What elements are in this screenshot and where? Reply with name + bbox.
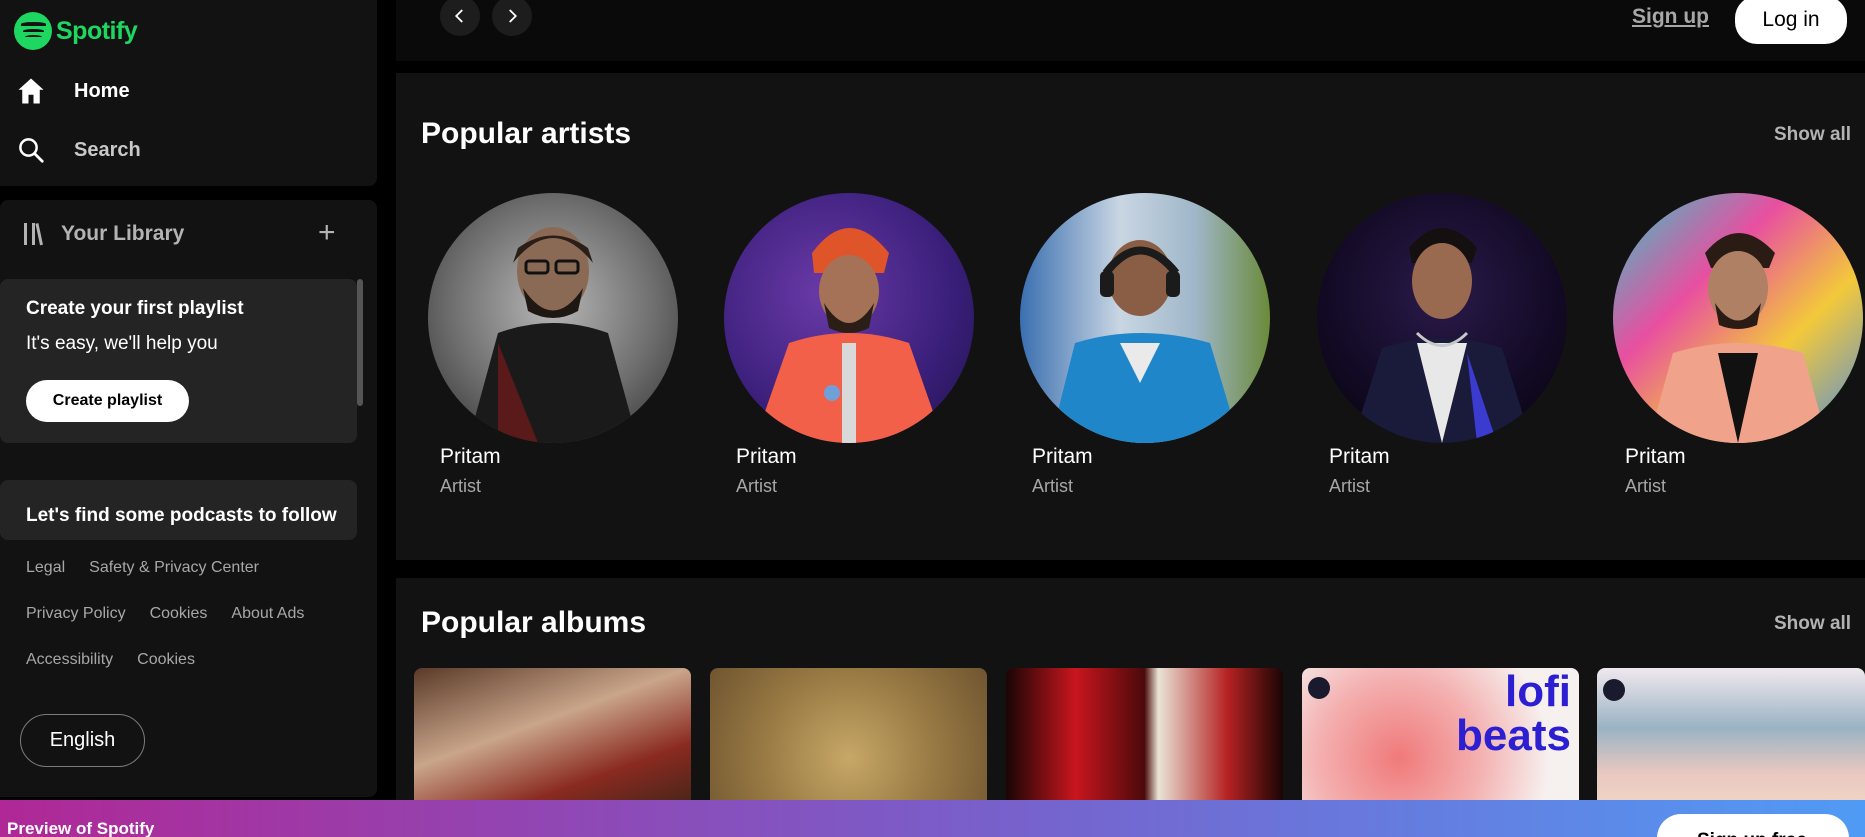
library-header[interactable]: Your Library bbox=[24, 222, 184, 246]
artist-photo bbox=[754, 228, 944, 443]
spotify-logo-icon bbox=[14, 12, 52, 50]
artist-card[interactable]: Pritam Artist bbox=[428, 193, 688, 496]
top-divider bbox=[396, 61, 1865, 73]
language-button[interactable]: English bbox=[20, 714, 145, 767]
album-text-line: lofi bbox=[1505, 668, 1571, 716]
promo-subtitle: It's easy, we'll help you bbox=[26, 333, 218, 354]
nav-search-label: Search bbox=[74, 138, 141, 161]
section-title-albums[interactable]: Popular albums bbox=[421, 606, 646, 640]
artist-name: Pritam bbox=[1329, 445, 1390, 468]
login-button[interactable]: Log in bbox=[1735, 0, 1847, 44]
search-icon bbox=[19, 138, 44, 163]
preview-banner bbox=[0, 800, 1865, 837]
nav-search[interactable]: Search bbox=[16, 135, 141, 165]
promo-title: Create your first playlist bbox=[26, 298, 244, 319]
section-divider bbox=[396, 560, 1865, 578]
album-lofi-text: lofi beats bbox=[1456, 670, 1571, 758]
back-button[interactable] bbox=[440, 0, 480, 36]
artist-name: Pritam bbox=[440, 445, 501, 468]
artist-role: Artist bbox=[1329, 476, 1371, 496]
promo2-title: Let's find some podcasts to follow bbox=[26, 505, 337, 526]
library-panel: Your Library + Create your first playlis… bbox=[0, 200, 377, 797]
artist-card[interactable]: Pritam Artist bbox=[1613, 193, 1865, 496]
album-cover[interactable] bbox=[1006, 668, 1283, 818]
sidebar-nav: Spotify Home Search bbox=[0, 0, 377, 186]
artist-image bbox=[1317, 193, 1567, 443]
artist-role: Artist bbox=[440, 476, 482, 496]
artist-card[interactable]: Pritam Artist bbox=[1317, 193, 1577, 496]
artist-image bbox=[1613, 193, 1863, 443]
artist-role: Artist bbox=[736, 476, 778, 496]
footer-link[interactable]: Privacy Policy bbox=[26, 605, 126, 651]
create-playlist-button[interactable]: Create playlist bbox=[26, 380, 189, 422]
signup-free-button[interactable]: Sign up free bbox=[1657, 814, 1849, 837]
footer-link[interactable]: Accessibility bbox=[26, 651, 113, 697]
podcasts-card: Let's find some podcasts to follow bbox=[0, 480, 357, 540]
artist-photo bbox=[468, 227, 638, 443]
library-icon bbox=[24, 223, 43, 246]
preview-banner-text: Preview of Spotify bbox=[7, 819, 155, 837]
album-cover-lofi[interactable]: lofi beats bbox=[1302, 668, 1579, 818]
footer-link[interactable]: Cookies bbox=[150, 605, 208, 651]
footer-link[interactable]: About Ads bbox=[231, 605, 304, 651]
library-scrollbar[interactable] bbox=[357, 279, 363, 406]
add-icon[interactable]: + bbox=[318, 218, 336, 248]
footer-link[interactable]: Cookies bbox=[137, 651, 195, 697]
section-title-artists[interactable]: Popular artists bbox=[421, 117, 631, 151]
artist-card[interactable]: Pritam Artist bbox=[724, 193, 984, 496]
chevron-right-icon bbox=[509, 9, 518, 23]
create-playlist-card: Create your first playlist It's easy, we… bbox=[0, 279, 357, 443]
nav-home[interactable]: Home bbox=[16, 76, 130, 106]
spotify-app: Spotify Home Search Your Library + Creat… bbox=[0, 0, 1865, 837]
artist-image bbox=[428, 193, 678, 443]
album-text-line: beats bbox=[1456, 711, 1571, 760]
home-icon bbox=[18, 78, 44, 104]
show-all-artists[interactable]: Show all bbox=[1774, 124, 1851, 146]
artist-name: Pritam bbox=[1032, 445, 1093, 468]
signup-link[interactable]: Sign up bbox=[1632, 5, 1709, 29]
nav-home-label: Home bbox=[74, 79, 130, 102]
artist-role: Artist bbox=[1625, 476, 1667, 496]
chevron-left-icon bbox=[454, 9, 463, 23]
spotify-logo[interactable]: Spotify bbox=[14, 12, 138, 50]
spotify-badge-icon bbox=[1308, 677, 1330, 699]
artist-role: Artist bbox=[1032, 476, 1074, 496]
artist-card[interactable]: Pritam Artist bbox=[1020, 193, 1280, 496]
artist-name: Pritam bbox=[736, 445, 797, 468]
footer-link[interactable]: Safety & Privacy Center bbox=[89, 559, 259, 605]
artist-name: Pritam bbox=[1625, 445, 1686, 468]
artist-photo bbox=[1050, 240, 1240, 443]
album-cover[interactable] bbox=[414, 668, 691, 818]
show-all-albums[interactable]: Show all bbox=[1774, 613, 1851, 635]
spotify-badge-icon bbox=[1603, 679, 1625, 701]
artist-photo bbox=[1352, 228, 1532, 443]
album-cover[interactable] bbox=[710, 668, 987, 818]
artist-photo bbox=[1648, 233, 1828, 443]
album-cover[interactable] bbox=[1597, 668, 1865, 818]
footer-link[interactable]: Legal bbox=[26, 559, 65, 605]
forward-button[interactable] bbox=[492, 0, 532, 36]
artist-image bbox=[724, 193, 974, 443]
spotify-wordmark: Spotify bbox=[56, 16, 138, 45]
footer-links: Legal Safety & Privacy Center Privacy Po… bbox=[26, 559, 304, 697]
artist-image bbox=[1020, 193, 1270, 443]
library-title: Your Library bbox=[61, 222, 185, 245]
